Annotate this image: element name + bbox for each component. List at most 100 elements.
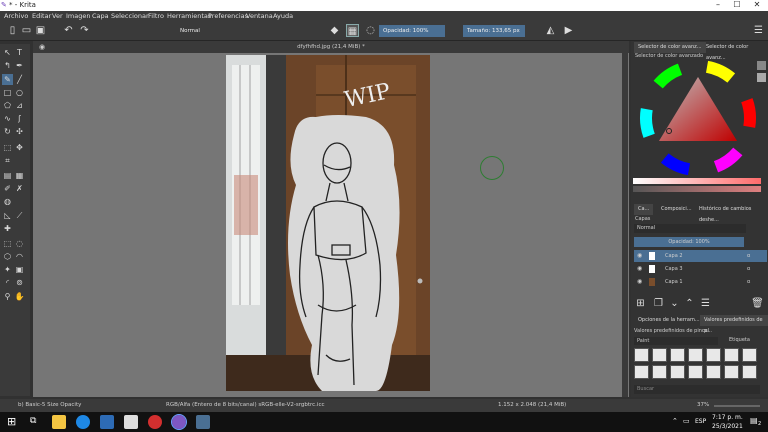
eye-icon[interactable]: ◉	[637, 250, 642, 262]
zoom-slider[interactable]	[714, 405, 760, 407]
pan-tool-icon[interactable]: ✋	[14, 291, 25, 302]
freehand-brush-icon[interactable]: ✎	[2, 74, 13, 85]
file-explorer-icon[interactable]	[52, 415, 66, 429]
smart-patch-icon[interactable]: ✗	[14, 183, 25, 194]
color-wheel[interactable]	[639, 59, 757, 177]
alpha-lock-icon[interactable]: α	[747, 263, 750, 275]
menu-ventana[interactable]: Ventana	[246, 12, 273, 20]
zoom-tool-icon[interactable]: ⚲	[2, 291, 13, 302]
tray-chevron-icon[interactable]: ⌃	[672, 417, 678, 425]
brush-preset[interactable]	[652, 365, 667, 379]
status-zoom[interactable]: 37%	[697, 399, 709, 412]
color-slider-1[interactable]	[633, 178, 761, 184]
eraser-icon[interactable]: ◆	[328, 24, 341, 37]
status-colorspace[interactable]: RGB/Alfa (Entero de 8 bits/canal) sRGB-e…	[166, 399, 325, 412]
menu-herramientas[interactable]: Herramientas	[167, 12, 211, 20]
edit-shapes-icon[interactable]: ↰	[2, 60, 13, 71]
fill-tool-icon[interactable]: ◍	[2, 196, 13, 207]
eye-icon[interactable]: ◉	[637, 276, 642, 288]
move-up-icon[interactable]: ⌃	[683, 297, 696, 310]
menu-capa[interactable]: Capa	[92, 12, 109, 20]
line-tool-icon[interactable]: ╱	[14, 74, 25, 85]
task-view-icon[interactable]: ⧉	[30, 416, 36, 426]
menu-imagen[interactable]: Imagen	[66, 12, 90, 20]
duplicate-layer-icon[interactable]: ❐	[652, 297, 665, 310]
rectangle-tool-icon[interactable]: □	[2, 87, 13, 98]
select-shapes-icon[interactable]: ↖	[2, 47, 13, 58]
new-document-icon[interactable]: ▯	[6, 24, 19, 37]
delete-layer-icon[interactable]: 🗑	[751, 297, 764, 310]
close-button[interactable]: ✕	[747, 0, 767, 9]
menu-editar[interactable]: Editar	[32, 12, 51, 20]
brush-preset[interactable]	[670, 365, 685, 379]
krita-taskbar-icon[interactable]	[171, 414, 187, 430]
windows-start-icon[interactable]: ⊞	[7, 416, 19, 428]
crop-tool-icon[interactable]: ⌗	[2, 155, 13, 166]
brush-preset[interactable]	[706, 348, 721, 362]
tab-brush-presets[interactable]: Valores predefinidos de p...	[700, 315, 768, 334]
menu-ayuda[interactable]: Ayuda	[273, 12, 293, 20]
freehand-select-icon[interactable]: ◠	[14, 251, 25, 262]
move-tool-icon[interactable]: ✥	[14, 142, 25, 153]
alpha-lock-icon[interactable]: α	[747, 250, 750, 262]
mirror-vertical-icon[interactable]: ▶	[562, 24, 575, 37]
brush-preset[interactable]	[724, 348, 739, 362]
vertical-scrollbar[interactable]	[622, 53, 628, 397]
photos-icon[interactable]	[196, 415, 210, 429]
tab-advanced-selector-2[interactable]: Selector de color avanz...	[702, 42, 768, 61]
polygon-tool-icon[interactable]: ⬠	[2, 100, 13, 111]
brush-preset[interactable]	[634, 365, 649, 379]
minimize-button[interactable]: –	[708, 0, 728, 9]
tab-advanced-selector[interactable]: Selector de color avanz...	[634, 42, 706, 53]
layers-blend-select[interactable]: Normal	[634, 224, 746, 233]
reload-preset-icon[interactable]: ◌	[364, 24, 377, 37]
color-history-swatch[interactable]	[757, 61, 766, 70]
brush-search-input[interactable]: Buscar	[634, 385, 760, 394]
maximize-button[interactable]: ☐	[727, 0, 747, 9]
undo-icon[interactable]: ↶	[62, 24, 75, 37]
reference-tool-icon[interactable]: ✚	[2, 223, 13, 234]
taskbar-time[interactable]: 7:17 p. m.	[712, 414, 743, 421]
move-down-icon[interactable]: ⌄	[668, 297, 681, 310]
size-slider[interactable]: Tamaño: 133,65 px	[463, 25, 525, 37]
measure-tool-icon[interactable]: ◺	[2, 210, 13, 221]
brush-preset[interactable]	[652, 348, 667, 362]
bezier-select-icon[interactable]: ◜	[2, 277, 13, 288]
opera-icon[interactable]	[148, 415, 162, 429]
text-tool-icon[interactable]: T	[14, 47, 25, 58]
polyline-tool-icon[interactable]: ⊿	[14, 100, 25, 111]
bezier-tool-icon[interactable]: ∿	[2, 113, 13, 124]
blend-mode-select[interactable]: Normal	[176, 25, 310, 37]
brush-preset[interactable]	[742, 365, 757, 379]
add-layer-icon[interactable]: ⊞	[634, 297, 647, 310]
similar-select-icon[interactable]: ▣	[14, 264, 25, 275]
multibrush-icon[interactable]: ✣	[14, 126, 25, 137]
alpha-lock-icon[interactable]: α	[747, 276, 750, 288]
eye-icon[interactable]: ◉	[637, 263, 642, 275]
brush-preset[interactable]	[688, 348, 703, 362]
tab-composition[interactable]: Composici...	[657, 204, 696, 215]
taskbar-language[interactable]: ESP	[695, 418, 706, 425]
magnetic-select-icon[interactable]: ⊚	[14, 277, 25, 288]
calligraphy-icon[interactable]: ✒	[14, 60, 25, 71]
ellipse-select-icon[interactable]: ◌	[14, 238, 25, 249]
document-tab[interactable]: ◉ dfyfhfhd.jpg (21,4 MiB) *	[33, 41, 629, 53]
save-icon[interactable]: ▣	[34, 24, 47, 37]
open-folder-icon[interactable]: ▭	[20, 24, 33, 37]
preserve-alpha-icon[interactable]: ▦	[346, 24, 359, 37]
opacity-slider[interactable]: Opacidad: 100%	[379, 25, 445, 37]
layer-opacity-slider[interactable]: Opacidad: 100%	[634, 237, 744, 247]
brush-preset[interactable]	[634, 348, 649, 362]
edge-icon[interactable]	[76, 415, 90, 429]
mail-icon[interactable]	[124, 415, 138, 429]
store-icon[interactable]	[100, 415, 114, 429]
gradient-tool-icon[interactable]: ▤	[2, 170, 13, 181]
color-picker-icon[interactable]: ✐	[2, 183, 13, 194]
polygon-select-icon[interactable]: ⬡	[2, 251, 13, 262]
ellipse-tool-icon[interactable]: ○	[14, 87, 25, 98]
freehand-path-icon[interactable]: ʃ	[14, 113, 25, 124]
layer-row[interactable]: ◉ Capa 2 α	[634, 250, 767, 262]
menu-archivo[interactable]: Archivo	[4, 12, 28, 20]
contiguous-select-icon[interactable]: ✦	[2, 264, 13, 275]
brush-preset[interactable]	[706, 365, 721, 379]
